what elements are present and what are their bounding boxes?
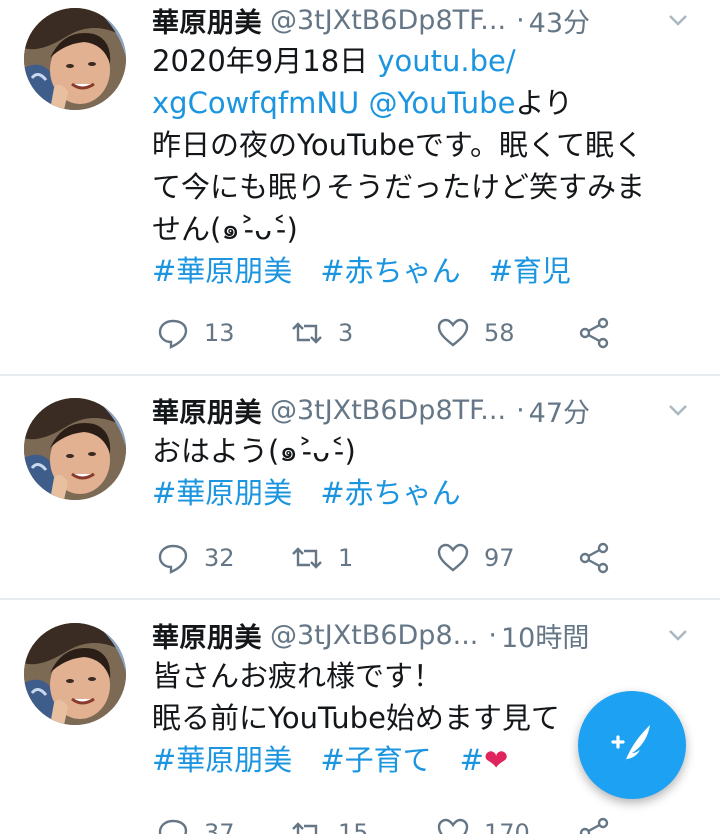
hashtag-link[interactable]: #赤ちゃん <box>320 476 460 510</box>
tweet-divider <box>0 598 720 600</box>
tweet-text-line: おはよう(๑˃̵ᴗ˂̵) <box>152 434 356 468</box>
share-button[interactable] <box>577 313 611 353</box>
share-icon <box>579 817 609 834</box>
retweet-icon <box>292 547 322 569</box>
tweet-actions: 37 15 170 <box>152 813 632 834</box>
like-button[interactable]: 170 <box>436 813 530 834</box>
tweet-text: おはよう(๑˃̵ᴗ˂̵) <box>152 430 700 472</box>
author-handle[interactable]: @3tJXtB6Dp8TF... <box>270 5 506 36</box>
like-count: 58 <box>484 319 515 347</box>
timestamp[interactable]: 43分 <box>529 1 590 40</box>
separator-dot: · <box>516 394 525 426</box>
separator-dot: · <box>488 619 497 651</box>
heart-emoji: ❤ <box>483 743 509 777</box>
share-button[interactable] <box>577 813 611 834</box>
reply-icon <box>158 544 188 574</box>
share-icon <box>579 317 609 349</box>
hashtag-link[interactable]: #華原朋美 <box>152 743 292 777</box>
tweet-text-line: より <box>515 86 573 120</box>
tweet-text-line: せん(๑˃̵ᴗ˂̵) <box>152 212 298 246</box>
retweet-icon <box>292 322 322 344</box>
share-icon <box>579 542 609 574</box>
author-handle[interactable]: @3tJXtB6Dp8... <box>270 620 478 651</box>
reply-count: 13 <box>204 319 235 347</box>
hashtag-link[interactable]: # <box>460 743 484 777</box>
like-button[interactable]: 97 <box>436 538 515 578</box>
retweet-button[interactable]: 1 <box>290 538 353 578</box>
retweet-button[interactable]: 15 <box>290 813 369 834</box>
hashtag-row: #華原朋美 #赤ちゃん <box>152 472 700 514</box>
reply-icon <box>158 819 188 834</box>
tweet-text-line: て今にも眠りそうだったけど笑すみま <box>152 170 646 204</box>
share-button[interactable] <box>577 538 611 578</box>
hashtag-link[interactable]: #子育て <box>320 743 431 777</box>
chevron-down-icon[interactable] <box>664 621 692 649</box>
reply-icon <box>158 319 188 349</box>
tweet-text-line: 皆さんお疲れ様です！ <box>152 659 443 693</box>
author-handle[interactable]: @3tJXtB6Dp8TF... <box>270 395 506 426</box>
hashtag-link[interactable]: #育児 <box>489 254 571 288</box>
reply-button[interactable]: 32 <box>156 538 235 578</box>
reply-button[interactable]: 13 <box>156 313 235 353</box>
tweet-actions: 32 1 97 <box>152 538 632 578</box>
tweet-link[interactable]: xgCowfqfmNU @YouTube <box>152 86 515 120</box>
avatar[interactable] <box>24 398 126 500</box>
heart-icon <box>437 818 469 834</box>
tweet-text: 2020年9月18日 youtu.be/ xgCowfqfmNU @YouTub… <box>152 40 700 250</box>
hashtag-link[interactable]: #赤ちゃん <box>320 254 460 288</box>
author-name[interactable]: 華原朋美 <box>152 1 262 40</box>
tweet-text-line: 昨日の夜のYouTubeです。眠くて眠く <box>152 128 644 162</box>
hashtag-link[interactable]: #華原朋美 <box>152 476 292 510</box>
chevron-down-icon[interactable] <box>664 396 692 424</box>
retweet-button[interactable]: 3 <box>290 313 353 353</box>
retweet-count: 15 <box>338 819 369 834</box>
timestamp[interactable]: 47分 <box>529 391 590 430</box>
reply-count: 32 <box>204 544 235 572</box>
hashtag-link[interactable]: #華原朋美 <box>152 254 292 288</box>
hashtag-row: #華原朋美 #赤ちゃん #育児 <box>152 250 700 292</box>
tweet-actions: 13 3 58 <box>152 313 632 353</box>
author-name[interactable]: 華原朋美 <box>152 616 262 655</box>
chevron-down-icon[interactable] <box>664 6 692 34</box>
compose-tweet-icon <box>611 725 650 765</box>
avatar[interactable] <box>24 8 126 110</box>
retweet-icon <box>292 822 318 834</box>
author-name[interactable]: 華原朋美 <box>152 391 262 430</box>
retweet-count: 3 <box>338 319 354 347</box>
like-count: 97 <box>484 544 515 572</box>
heart-icon <box>437 318 469 347</box>
tweet-link[interactable]: youtu.be/ <box>377 44 515 78</box>
compose-tweet-button[interactable] <box>578 691 686 799</box>
avatar[interactable] <box>24 623 126 725</box>
heart-icon <box>437 543 469 572</box>
reply-button[interactable]: 37 <box>156 813 235 834</box>
retweet-count: 1 <box>338 544 354 572</box>
separator-dot: · <box>516 4 525 36</box>
tweet-text-line: 2020年9月18日 <box>152 44 378 78</box>
timestamp[interactable]: 10時間 <box>501 616 589 655</box>
like-button[interactable]: 58 <box>436 313 515 353</box>
reply-count: 37 <box>204 819 235 834</box>
tweet-divider <box>0 374 720 376</box>
like-count: 170 <box>484 819 530 834</box>
